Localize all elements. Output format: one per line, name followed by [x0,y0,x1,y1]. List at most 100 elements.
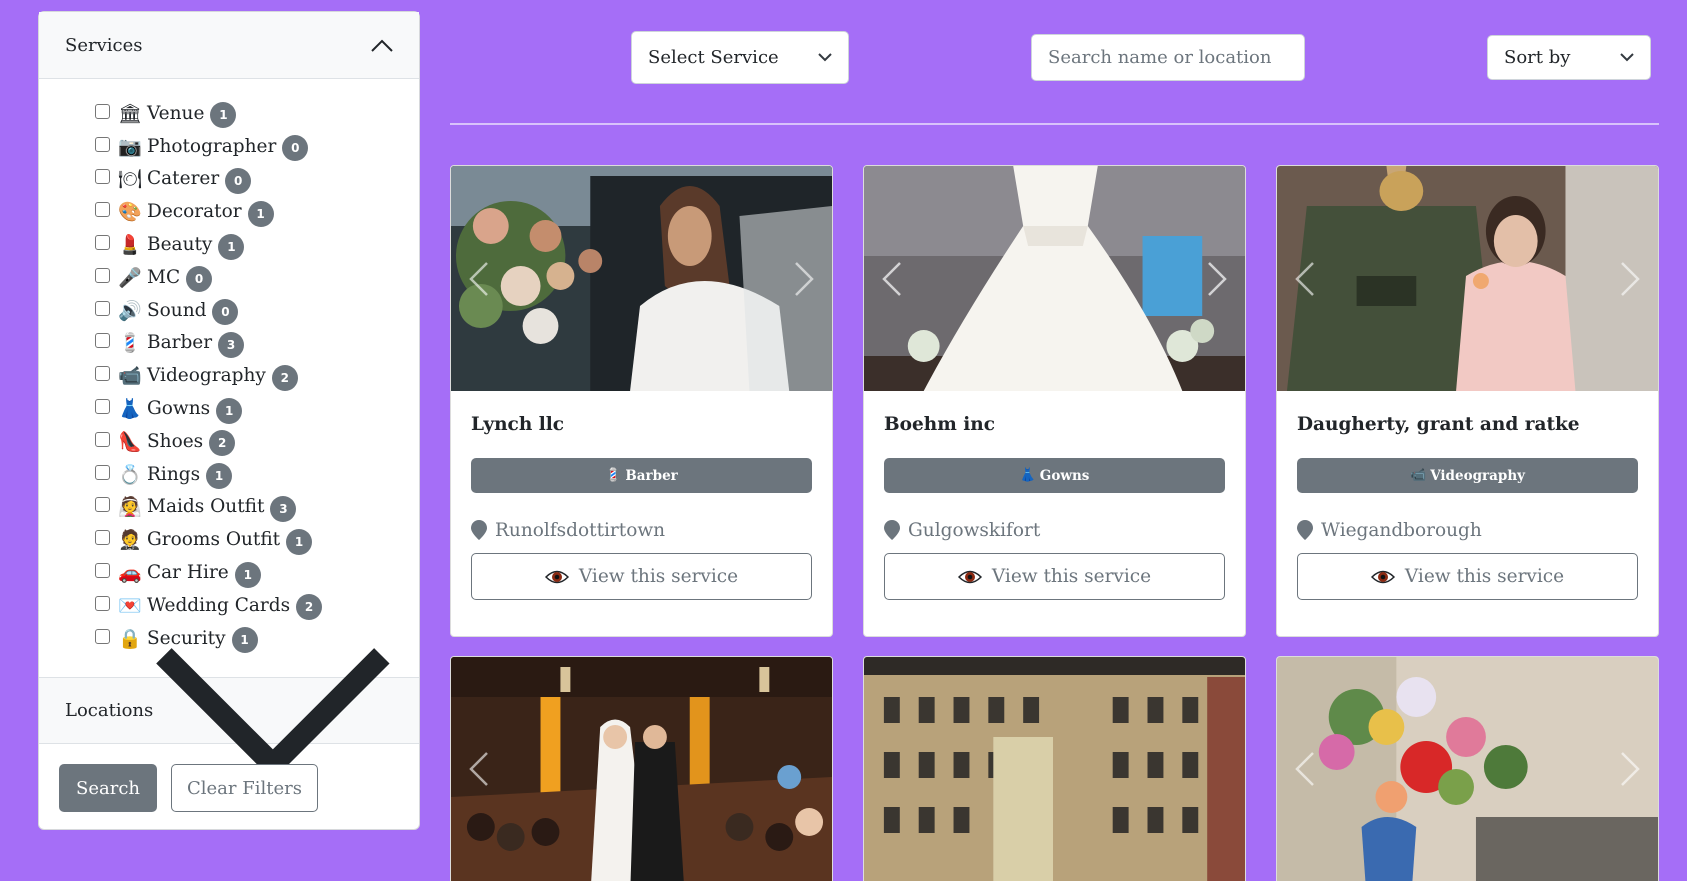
service-title[interactable]: Boehm inc [884,411,1225,451]
view-service-label: View this service [578,566,739,587]
service-filter-label[interactable]: Car Hire [147,562,229,583]
service-image-carousel [864,657,1245,881]
service-emoji-icon: 👰 [118,496,142,519]
clear-filters-button[interactable]: Clear Filters [171,764,318,812]
service-card [863,656,1246,881]
service-checkbox[interactable] [95,595,110,611]
service-emoji-icon: 🎨 [118,201,142,224]
locations-accordion-header[interactable]: Locations [39,648,419,781]
dress-icon: 👗 [1019,468,1036,483]
service-filter-label[interactable]: Shoes [147,431,203,452]
service-filter-label[interactable]: Maids Outfit [147,496,264,517]
service-filter-label[interactable]: Decorator [147,201,242,222]
view-service-label: View this service [991,566,1152,587]
service-filter-label[interactable]: Beauty [147,234,212,255]
service-emoji-icon: 🔊 [118,299,142,322]
service-filter-label[interactable]: Gowns [147,398,210,419]
sort-by-dropdown[interactable]: Sort by [1487,35,1651,80]
service-checkbox[interactable] [95,202,110,218]
services-accordion-header[interactable]: Services [39,12,419,79]
service-checkbox[interactable] [95,563,110,579]
service-count-badge: 1 [234,561,261,588]
service-checkbox[interactable] [95,333,110,349]
service-checkbox[interactable] [95,497,110,513]
carousel-prev-icon[interactable] [1293,749,1317,789]
service-checkbox[interactable] [95,267,110,283]
service-filter-label[interactable]: Videography [147,365,266,386]
service-checkbox[interactable] [95,169,110,185]
divider [450,123,1659,125]
select-service-dropdown[interactable]: Select Service [631,31,849,84]
service-filter-label[interactable]: Photographer [147,136,276,157]
map-pin-icon [884,520,900,540]
service-filter-grooms-outfit: 🤵 Grooms Outfit 1 [95,523,419,556]
service-card: Daugherty, grant and ratke 📹 Videography… [1276,165,1659,637]
service-image-carousel [864,166,1245,391]
service-count-badge: 0 [282,135,309,162]
carousel-next-icon[interactable] [1618,749,1642,789]
service-filter-label[interactable]: Venue [147,103,204,124]
location-label: Runolfsdottirtown [495,519,666,541]
service-image-carousel [1277,166,1658,391]
service-emoji-icon: 💌 [118,594,142,617]
church-wedding-photo [451,657,832,881]
locations-header-label: Locations [65,700,154,721]
service-card [1276,656,1659,881]
service-filter-label[interactable]: Rings [147,464,200,485]
service-count-badge: 2 [296,594,323,621]
service-image-carousel [1277,657,1658,881]
service-checkbox[interactable] [95,366,110,382]
service-checkbox[interactable] [95,464,110,480]
eye-icon [544,570,569,583]
search-input[interactable] [1031,34,1305,81]
service-emoji-icon: 🏛 [117,102,143,125]
view-service-button[interactable]: View this service [471,553,812,600]
service-checkbox[interactable] [95,399,110,415]
service-filter-car-hire: 🚗 Car Hire 1 [95,556,419,589]
carousel-prev-icon[interactable] [880,259,904,299]
search-button[interactable]: Search [59,764,157,812]
wedding-gown-photo [864,166,1245,391]
service-filter-rings: 💍 Rings 1 [95,458,419,491]
service-count-badge: 0 [212,299,239,326]
service-emoji-icon: 📷 [118,135,142,158]
service-emoji-icon: 🚗 [118,562,142,585]
service-location: Wiegandborough [1297,517,1638,543]
chevron-up-icon [371,39,393,52]
service-emoji-icon: 👗 [118,398,142,421]
services-list: 🏛 Venue 1 📷 Photographer 0 🍽 Caterer 0 🎨 Decorator… [39,79,419,677]
carousel-next-icon[interactable] [792,259,816,299]
video-camera-icon: 📹 [1410,468,1427,483]
service-filter-label[interactable]: MC [147,267,180,288]
carousel-prev-icon[interactable] [1293,259,1317,299]
service-filter-sound: 🔊 Sound 0 [95,294,419,327]
service-card: Boehm inc 👗 Gowns Gulgowskifort View thi… [863,165,1246,637]
service-checkbox[interactable] [95,235,110,251]
service-checkbox[interactable] [95,300,110,316]
service-filter-label[interactable]: Caterer [147,168,219,189]
flower-bouquet-photo [1277,657,1658,881]
service-filter-label[interactable]: Barber [147,332,212,353]
service-emoji-icon: 🤵 [118,529,142,552]
service-filter-label[interactable]: Wedding Cards [147,595,290,616]
service-filter-label[interactable]: Grooms Outfit [147,529,280,550]
service-checkbox[interactable] [95,431,110,447]
view-service-button[interactable]: View this service [1297,553,1638,600]
service-filter-label[interactable]: Sound [147,300,206,321]
carousel-prev-icon[interactable] [467,749,491,789]
carousel-next-icon[interactable] [1618,259,1642,299]
view-service-button[interactable]: View this service [884,553,1225,600]
service-emoji-icon: 📹 [118,365,142,388]
service-count-badge: 0 [225,167,252,194]
service-checkbox[interactable] [95,628,110,644]
service-checkbox[interactable] [95,103,110,119]
service-category-label: Videography [1430,467,1525,484]
service-checkbox[interactable] [95,136,110,152]
service-filter-decorator: 🎨 Decorator 1 [95,195,419,228]
carousel-prev-icon[interactable] [467,259,491,299]
carousel-next-icon[interactable] [1205,259,1229,299]
service-title[interactable]: Lynch llc [471,411,812,451]
service-title[interactable]: Daugherty, grant and ratke [1297,411,1638,451]
bride-in-car-photo [451,166,832,391]
service-checkbox[interactable] [95,530,110,546]
